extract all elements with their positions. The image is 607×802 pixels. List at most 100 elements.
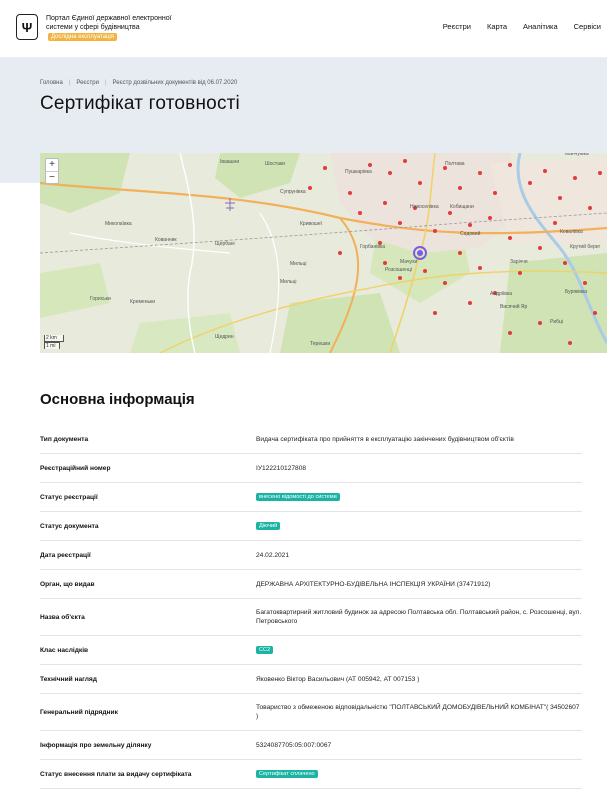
map-poi-dot[interactable] [418, 181, 422, 185]
map-poi-dot[interactable] [308, 186, 312, 190]
trident-logo-icon[interactable]: Ψ [16, 14, 38, 40]
map-poi-dot[interactable] [508, 236, 512, 240]
info-row-label: Тип документа [40, 435, 89, 443]
map-poi-dot[interactable] [338, 251, 342, 255]
map-poi-dot[interactable] [588, 206, 592, 210]
map-poi-dot[interactable] [558, 196, 562, 200]
zoom-in-button[interactable]: + [46, 159, 58, 171]
info-row: Реєстраційний номер ІУ122210127808 [40, 454, 582, 483]
map-place-label: Кривошеї [300, 221, 323, 227]
map-poi-dot[interactable] [443, 281, 447, 285]
info-row-value: Видача сертифіката про прийняття в експл… [256, 435, 514, 443]
map-poi-dot[interactable] [403, 159, 407, 163]
map-canvas[interactable]: Шостаки Іваашни Пушкарівка Полтава Манчуівка… [40, 153, 607, 353]
map-poi-dot[interactable] [383, 201, 387, 205]
nav-analytics[interactable]: Аналітика [523, 22, 558, 31]
info-row-label: Технічний нагляд [40, 675, 97, 683]
map-poi-dot[interactable] [478, 171, 482, 175]
status-badge: СС2 [256, 646, 274, 654]
info-row: Статус внесення плати за видачу сертифік… [40, 760, 582, 789]
map-place-label: Заріччя [510, 259, 528, 265]
map-place-label: Полтава [445, 161, 465, 167]
page-title: Сертифікат готовності [40, 93, 240, 114]
map-poi-dot[interactable] [593, 311, 597, 315]
nav-map[interactable]: Карта [487, 22, 507, 31]
info-row-value: Діючий [256, 512, 582, 540]
portal-name-text: Портал Єдиної державної електронної сист… [46, 15, 172, 31]
info-row-value: ІУ122210127808 [256, 464, 307, 472]
info-row-label: Реєстраційний номер [40, 464, 111, 472]
map-poi-dot[interactable] [563, 261, 567, 265]
info-row: Технічний нагляд Яковенко Віктор Васильов… [40, 665, 582, 694]
map-poi-dot[interactable] [348, 191, 352, 195]
map-poi-dot[interactable] [488, 216, 492, 220]
map-place-label: Гориськи [90, 296, 111, 302]
portal-name[interactable]: Портал Єдиної державної електронної сист… [46, 14, 176, 41]
info-row-label: Статус документа [40, 522, 99, 530]
info-row-label: Дата реєстрації [40, 551, 91, 559]
map-poi-dot[interactable] [458, 251, 462, 255]
status-badge: внесено відомості до системи [256, 493, 340, 501]
info-row: Інформація про земельну ділянку 532408770… [40, 731, 582, 760]
map-poi-dot[interactable] [323, 166, 327, 170]
map-poi-dot[interactable] [508, 331, 512, 335]
map-place-label: Іваашни [220, 159, 239, 165]
site-header: Ψ Портал Єдиної державної електронної си… [0, 0, 607, 58]
map-poi-dot[interactable] [468, 223, 472, 227]
breadcrumb-registries[interactable]: Реєстри [76, 80, 99, 86]
map-poi-dot[interactable] [458, 186, 462, 190]
scale-km: 2 km [44, 335, 64, 342]
map-place-label: Мачухи [400, 259, 417, 265]
info-row: Орган, що видав ДЕРЖАВНА АРХІТЕКТУРНО-БУД… [40, 570, 582, 599]
breadcrumb-current[interactable]: Реєстр дозвільних документів від 06.07.2… [113, 80, 238, 86]
map-poi-dot[interactable] [538, 321, 542, 325]
status-badge: Діючий [256, 522, 281, 530]
map-poi-dot[interactable] [543, 169, 547, 173]
map-poi-dot[interactable] [538, 246, 542, 250]
map-poi-dot[interactable] [383, 261, 387, 265]
map-poi-dot[interactable] [398, 276, 402, 280]
map-place-label: Шостаки [265, 161, 285, 167]
map-poi-dot[interactable] [478, 266, 482, 270]
map-poi-dot[interactable] [448, 211, 452, 215]
map-poi-dot[interactable] [518, 271, 522, 275]
location-map[interactable]: Шостаки Іваашни Пушкарівка Полтава Манчуівка… [40, 153, 607, 353]
map-place-label: Буряківка [565, 289, 587, 295]
map-poi-dot[interactable] [468, 301, 472, 305]
top-nav: Реєстри Карта Аналітика Сервіси [443, 22, 601, 31]
map-place-label: Розсошенці [385, 267, 412, 273]
map-poi-dot[interactable] [493, 191, 497, 195]
info-row-value: ДЕРЖАВНА АРХІТЕКТУРНО-БУДІВЕЛЬНА ІНСПЕКЦ… [256, 580, 491, 588]
breadcrumb-separator: | [104, 80, 107, 86]
zoom-out-button[interactable]: − [46, 171, 58, 183]
info-row: Тип документа Видача сертифіката про прий… [40, 425, 582, 454]
map-place-label: Супрунівка [280, 189, 306, 195]
info-row: Генеральний підрядник Товариство з обмеже… [40, 694, 582, 731]
map-place-label: Висячий Яр [500, 303, 528, 310]
nav-registries[interactable]: Реєстри [443, 22, 471, 31]
map-poi-dot[interactable] [433, 311, 437, 315]
map-place-label: Крутий берег [570, 243, 601, 250]
map-poi-dot[interactable] [423, 269, 427, 273]
map-poi-dot[interactable] [508, 163, 512, 167]
map-poi-dot[interactable] [583, 281, 587, 285]
info-table: Тип документа Видача сертифіката про прий… [40, 425, 582, 789]
map-poi-dot[interactable] [388, 171, 392, 175]
map-poi-dot[interactable] [568, 341, 572, 345]
map-poi-dot[interactable] [358, 211, 362, 215]
map-poi-dot[interactable] [398, 221, 402, 225]
beta-badge: Дослідна експлуатація [48, 33, 118, 41]
breadcrumb-home[interactable]: Головна [40, 80, 63, 86]
map-poi-dot[interactable] [528, 181, 532, 185]
map-place-label: Садовий [460, 230, 481, 237]
map-poi-dot[interactable] [433, 229, 437, 233]
nav-services[interactable]: Сервіси [574, 22, 601, 31]
map-place-label: Рибці [550, 319, 563, 325]
map-poi-dot[interactable] [553, 221, 557, 225]
breadcrumb: Головна | Реєстри | Реєстр дозвільних до… [40, 80, 237, 86]
map-poi-dot[interactable] [368, 163, 372, 167]
map-place-label: Манчуівка [565, 153, 589, 157]
map-poi-dot[interactable] [573, 176, 577, 180]
map-place-label: Кобищани [450, 204, 474, 210]
map-poi-dot[interactable] [598, 171, 602, 175]
